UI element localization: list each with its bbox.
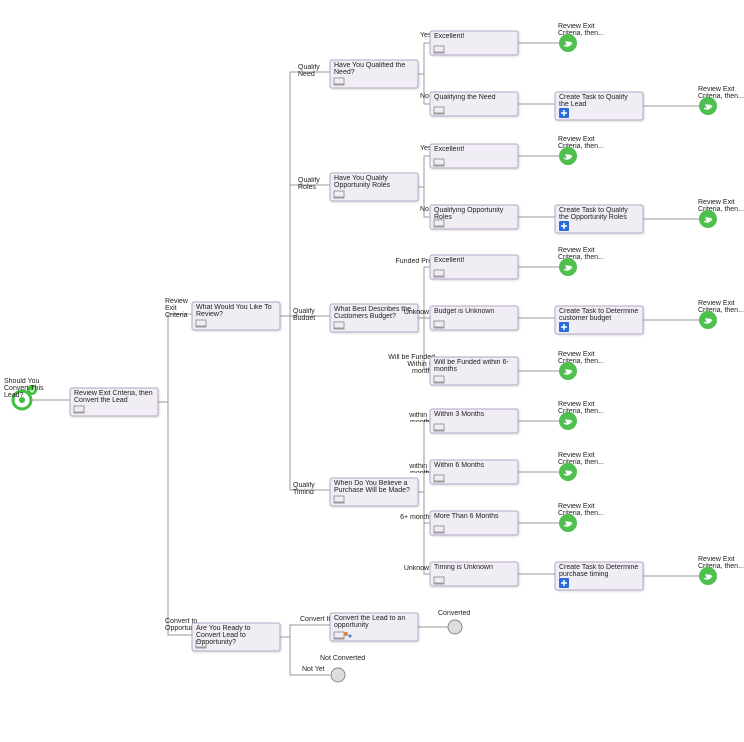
node-convert-lead[interactable]: Convert the Lead to an opportunity xyxy=(330,613,418,641)
node-task-qualify-roles[interactable]: Create Task to Qualify the Opportunity R… xyxy=(555,205,643,233)
edge-unknown-timing: Unknown xyxy=(398,565,433,572)
goto-icon[interactable] xyxy=(699,567,717,585)
label-not-converted: Not Converted xyxy=(320,655,370,662)
node-task-budget[interactable]: Create Task to Determine customer budget xyxy=(555,306,643,334)
edge-qualify-budget: Qualify Budget xyxy=(293,308,333,320)
node-qualify-roles[interactable]: Have You Qualify Opportunity Roles xyxy=(330,173,418,201)
edge-funded-6m: Will be Funded Within 6-months xyxy=(385,354,435,374)
goto-icon[interactable] xyxy=(559,412,577,430)
plus-icon xyxy=(559,221,569,231)
node-excellent-roles[interactable]: Excellent! xyxy=(430,144,518,168)
end-not-converted xyxy=(331,668,345,682)
goto-icon[interactable] xyxy=(559,362,577,380)
node-excellent-need[interactable]: Excellent! xyxy=(430,31,518,55)
label-converted: Converted xyxy=(438,610,478,617)
node-what-review[interactable]: What Would You Like To Review? xyxy=(192,302,280,330)
node-task-qualify-lead[interactable]: Create Task to Qualify the Lead xyxy=(555,92,643,120)
edge-6plus: 6+ months xyxy=(398,514,433,521)
node-within-6m[interactable]: Within 6 Months xyxy=(430,460,518,484)
node-budget-unknown[interactable]: Budget is Unknown xyxy=(430,306,518,330)
edge-6m: within 6 months xyxy=(388,463,433,473)
node-qualified-need[interactable]: Have You Qualified the Need? xyxy=(330,60,418,88)
node-more-6m[interactable]: More Than 6 Months xyxy=(430,511,518,535)
goto-icon[interactable] xyxy=(559,258,577,276)
plus-icon xyxy=(559,322,569,332)
edge-3m: within 3 months xyxy=(388,412,433,422)
node-qualify-timing[interactable]: When Do You Believe a Purchase Will be M… xyxy=(330,478,418,506)
node-ready-convert[interactable]: Are You Ready to Convert Lead to Opportu… xyxy=(192,623,280,651)
goto-icon[interactable] xyxy=(559,514,577,532)
goto-icon[interactable] xyxy=(699,210,717,228)
node-timing-unknown[interactable]: Timing is Unknown xyxy=(430,562,518,586)
goto-icon[interactable] xyxy=(559,147,577,165)
goto-icon[interactable] xyxy=(699,97,717,115)
plus-icon xyxy=(559,108,569,118)
node-within-3m[interactable]: Within 3 Months xyxy=(430,409,518,433)
node-qualifying-need[interactable]: Qualifying the Need xyxy=(430,92,518,116)
plus-icon xyxy=(559,578,569,588)
goto-icon[interactable] xyxy=(699,311,717,329)
start-label: Should You Convert This Lead? xyxy=(4,378,44,398)
end-converted xyxy=(448,620,462,634)
edge-qualify-timing: Qualify Timing xyxy=(293,482,333,494)
goto-icon[interactable] xyxy=(559,34,577,52)
node-task-timing[interactable]: Create Task to Determine purchase timing xyxy=(555,562,643,590)
edge-convert-it: Convert It xyxy=(300,616,332,623)
node-review-exit-criteria[interactable]: Review Exit Criteria, then Convert the L… xyxy=(70,388,158,416)
goto-icon[interactable] xyxy=(559,463,577,481)
node-excellent-budget[interactable]: Excellent! xyxy=(430,255,518,279)
edge-not-yet: Not Yet xyxy=(302,666,332,673)
node-budget-funded-6m[interactable]: Will be Funded within 6-months xyxy=(430,357,518,385)
node-qualifying-roles[interactable]: Qualifying Opportunity Roles xyxy=(430,205,518,229)
flow-diagram: Should You Convert This Lead? Review Exi… xyxy=(0,0,744,742)
edge-unknown-budget: Unknown xyxy=(398,309,433,316)
